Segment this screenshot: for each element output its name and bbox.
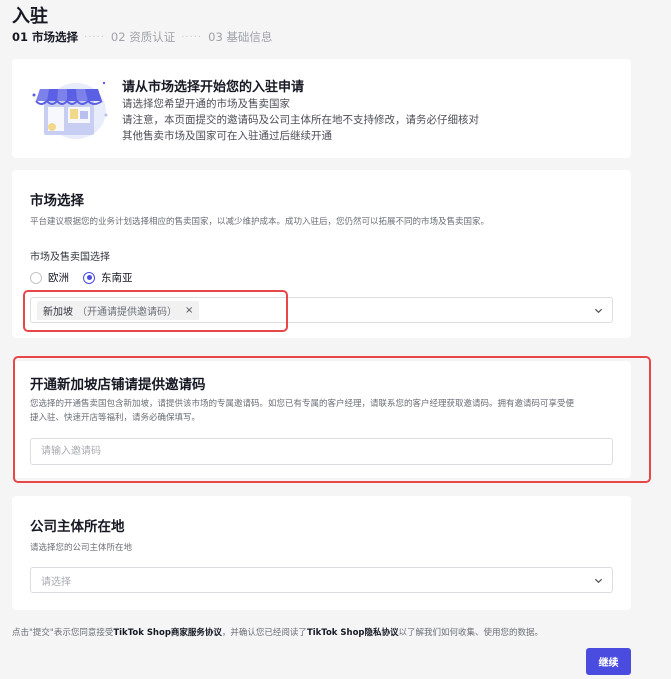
radio-label: 东南亚 <box>101 272 133 284</box>
company-section-description: 请选择您的公司主体所在地 <box>30 543 133 553</box>
close-icon[interactable]: × <box>185 305 193 316</box>
invite-code-input[interactable] <box>30 438 613 465</box>
agreement-note: 点击"提交"表示您同意接受TikTok Shop商家服务协议，并确认您已经阅读了… <box>12 626 543 638</box>
chevron-down-icon[interactable] <box>594 306 603 315</box>
invite-description-line: 您选择的开通售卖国包含新加坡，请提供该市场的专属邀请码。如您已有专属的客户经理，… <box>30 399 575 409</box>
agreement-suffix: 以了解我们如何收集、使用您的数据。 <box>398 628 544 638</box>
invite-code-card: 开通新加坡店铺请提供邀请码 您选择的开通售卖国包含新加坡，请提供该市场的专属邀请… <box>12 361 631 478</box>
country-multiselect[interactable]: 新加坡 （开通请提供邀请码） × <box>30 297 613 323</box>
store-illustration-icon <box>32 81 108 139</box>
radio-europe[interactable]: 欧洲 <box>30 270 69 285</box>
radio-circle-checked[interactable] <box>83 271 95 284</box>
company-location-card: 公司主体所在地 请选择您的公司主体所在地 请选择 <box>12 496 631 610</box>
company-section-title: 公司主体所在地 <box>30 519 125 535</box>
radio-southeast-asia[interactable]: 东南亚 <box>83 270 133 285</box>
step-separator: ····· <box>181 31 203 43</box>
invite-section-title: 开通新加坡店铺请提供邀请码 <box>30 377 206 393</box>
select-placeholder: 请选择 <box>41 576 71 588</box>
market-field-label: 市场及售卖国选择 <box>30 252 110 263</box>
step-indicator: 01 市场选择 ····· 02 资质认证 ····· 03 基础信息 <box>12 29 272 45</box>
continue-button[interactable]: 继续 <box>586 648 631 675</box>
market-radio-group: 欧洲 东南亚 <box>30 270 147 285</box>
intro-title: 请从市场选择开始您的入驻申请 <box>122 80 305 95</box>
step-separator: ····· <box>84 31 105 43</box>
invite-description: 您选择的开通售卖国包含新加坡，请提供该市场的专属邀请码。如您已有专属的客户经理，… <box>30 398 620 425</box>
intro-line: 请选择您希望开通的市场及售卖国家 <box>122 98 290 110</box>
tag-note: （开通请提供邀请码） <box>77 306 177 318</box>
tag-country-name: 新加坡 <box>43 306 73 318</box>
agreement-prefix: 点击"提交"表示您同意接受 <box>12 628 114 638</box>
step-basic-info: 03 基础信息 <box>208 30 273 44</box>
market-section-description: 平台建议根据您的业务计划选择相应的售卖国家，以减少维护成本。成功入驻后，您仍然可… <box>30 217 490 227</box>
merchant-agreement-link[interactable]: TikTok Shop商家服务协议 <box>113 628 222 638</box>
page-title: 入驻 <box>12 6 48 27</box>
market-selection-card: 市场选择 平台建议根据您的业务计划选择相应的售卖国家，以减少维护成本。成功入驻后… <box>12 170 631 338</box>
radio-circle-unchecked[interactable] <box>30 271 42 284</box>
radio-label: 欧洲 <box>48 272 69 284</box>
selected-country-tag: 新加坡 （开通请提供邀请码） × <box>37 300 200 320</box>
intro-line: 请注意，本页面提交的邀请码及公司主体所在地不支持修改，请务必仔细核对 <box>122 114 479 126</box>
step-market-selection: 01 市场选择 <box>12 30 79 44</box>
intro-line: 其他售卖市场及国家可在入驻通过后继续开通 <box>122 130 332 142</box>
step-qualification: 02 资质认证 <box>110 30 176 44</box>
chevron-down-icon[interactable] <box>594 576 603 585</box>
privacy-policy-link[interactable]: TikTok Shop隐私协议 <box>307 628 399 638</box>
agreement-middle: ，并确认您已经阅读了 <box>221 628 307 638</box>
invite-description-line: 捷入驻、快速开店等福利，请务必确保填写。 <box>30 412 201 423</box>
market-section-title: 市场选择 <box>30 193 84 209</box>
company-location-select[interactable]: 请选择 <box>30 567 613 593</box>
intro-card: 请从市场选择开始您的入驻申请 请选择您希望开通的市场及售卖国家 请注意，本页面提… <box>12 59 631 158</box>
